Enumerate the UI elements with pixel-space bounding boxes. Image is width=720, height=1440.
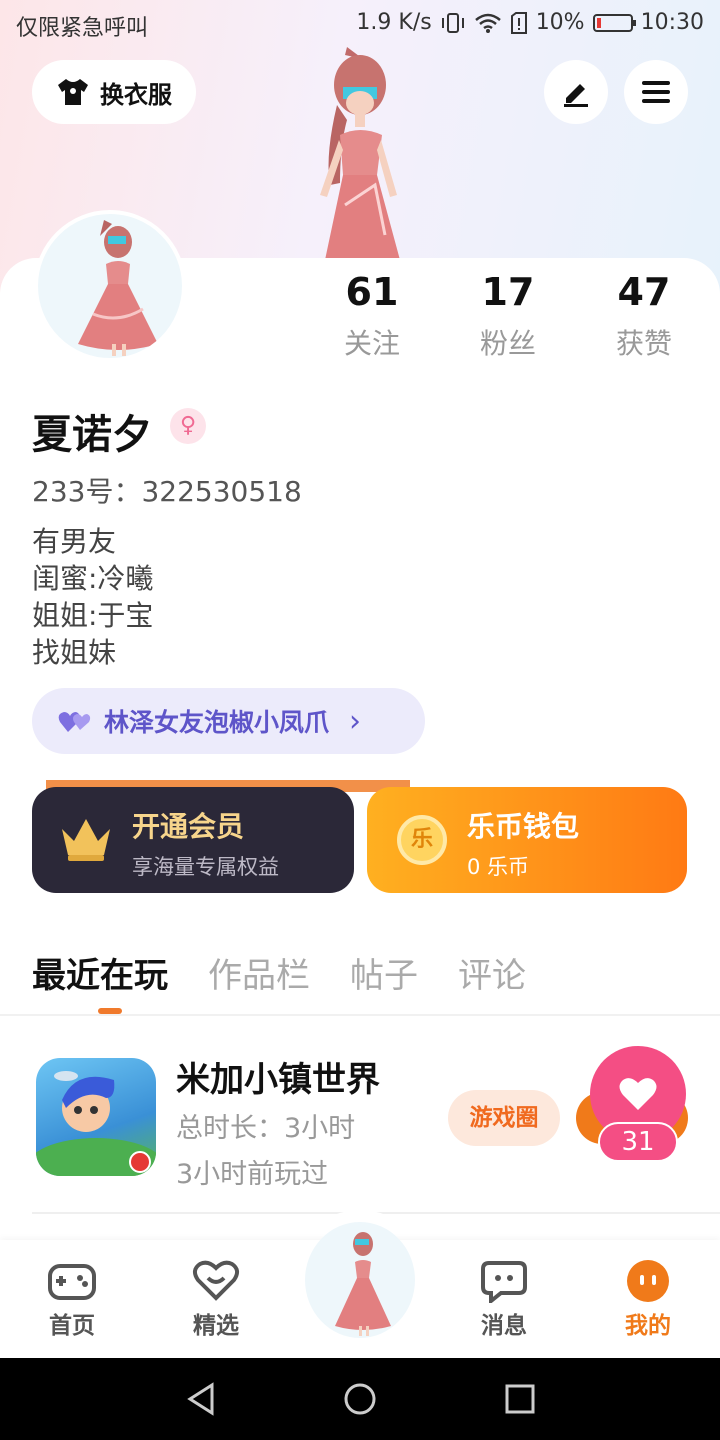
cp-label: 林泽女友泡椒小凤爪: [104, 708, 330, 737]
back-icon[interactable]: [184, 1382, 218, 1416]
vibrate-icon: [441, 12, 464, 33]
stat-likes-label: 获赞: [615, 327, 672, 360]
wallet-card[interactable]: 乐 乐币钱包 0 乐币: [367, 787, 687, 893]
user-name: 夏诺夕: [32, 412, 152, 458]
pencil-icon: [564, 84, 588, 107]
clock: 10:30: [640, 10, 704, 35]
vip-card[interactable]: 开通会员 享海量专属权益: [32, 787, 354, 893]
bio-line: 闺蜜:冷曦: [32, 562, 154, 595]
gamepad-icon: [48, 1264, 96, 1300]
stat-following-value: 61: [345, 270, 399, 314]
user-bio: 有男友 闺蜜:冷曦 姐姐:于宝 找姐妹: [32, 523, 153, 671]
nav-avatar-figure: [335, 1232, 391, 1336]
edit-profile-button[interactable]: [544, 60, 608, 124]
nav-avatar-button[interactable]: [305, 1222, 415, 1338]
avatar[interactable]: [34, 210, 186, 362]
tshirt-icon: [58, 79, 88, 105]
hamburger-menu-icon: [642, 81, 670, 103]
user-id: 233号：322530518: [32, 475, 302, 508]
stat-following-label: 关注: [343, 327, 400, 360]
avatar-figure-image: [78, 220, 158, 356]
heart-icon: [619, 1078, 657, 1110]
stat-fans[interactable]: 17 粉丝: [448, 270, 568, 362]
status-bar: 仅限紧急呼叫 1.9 K/s 10% 10:30: [0, 0, 720, 50]
vip-subtitle: 享海量专属权益: [132, 855, 279, 879]
game-circle-button[interactable]: 游戏圈: [448, 1090, 560, 1146]
stat-likes-value: 47: [617, 270, 671, 314]
bio-line: 找姐妹: [32, 636, 117, 669]
gender-female-icon: ♀: [170, 408, 206, 444]
game-duration: 总时长：3小时: [176, 1113, 356, 1144]
carrier-text: 仅限紧急呼叫: [16, 16, 149, 41]
battery-percent: 10%: [535, 10, 585, 35]
wallet-balance: 0 乐币: [467, 855, 530, 879]
recents-square-icon[interactable]: [503, 1382, 537, 1416]
sim-alert-icon: [510, 11, 527, 34]
tab-works[interactable]: 作品栏: [208, 948, 310, 997]
nav-home-label: 首页: [49, 1313, 95, 1339]
nav-featured[interactable]: 精选: [166, 1258, 266, 1340]
nav-home[interactable]: 首页: [22, 1258, 122, 1340]
cp-relationship-pill[interactable]: 林泽女友泡椒小凤爪 ›: [32, 688, 425, 754]
nav-messages-label: 消息: [481, 1313, 527, 1339]
stat-following[interactable]: 61 关注: [312, 270, 432, 362]
list-item[interactable]: 米加小镇世界 总时长：3小时 3小时前玩过 游戏圈 31: [0, 1030, 720, 1210]
bio-line: 姐姐:于宝: [32, 599, 154, 632]
menu-button[interactable]: [624, 60, 688, 124]
home-circle-icon[interactable]: [343, 1382, 377, 1416]
system-navigation-bar: [0, 1358, 720, 1440]
nav-mine-label: 我的: [625, 1313, 671, 1339]
change-outfit-label: 换衣服: [100, 80, 172, 109]
like-count-badge: 31: [598, 1122, 678, 1162]
stat-fans-value: 17: [481, 270, 535, 314]
chat-bubble-icon: [481, 1261, 527, 1303]
profile-tabs: 最近在玩 作品栏 帖子 评论: [32, 948, 526, 997]
wallet-title: 乐币钱包: [467, 810, 580, 843]
nav-mine[interactable]: 我的: [598, 1258, 698, 1340]
stat-fans-label: 粉丝: [479, 327, 536, 360]
profile-face-icon: [627, 1260, 669, 1302]
vip-title: 开通会员: [132, 810, 245, 843]
game-icon: [36, 1058, 156, 1176]
nav-featured-label: 精选: [193, 1313, 239, 1339]
chevron-right-icon: ›: [349, 703, 362, 739]
network-speed: 1.9 K/s: [356, 10, 432, 35]
wifi-icon: [474, 13, 501, 33]
avatar-character-figure[interactable]: [285, 45, 435, 260]
bio-line: 有男友: [32, 525, 117, 558]
stat-likes[interactable]: 47 获赞: [584, 270, 704, 362]
battery-icon: [592, 13, 636, 32]
tab-recent-play[interactable]: 最近在玩: [32, 948, 168, 997]
tabs-divider: [0, 1014, 720, 1016]
crown-icon: [62, 819, 110, 861]
game-name: 米加小镇世界: [176, 1060, 380, 1100]
double-heart-icon: [58, 712, 91, 732]
nav-messages[interactable]: 消息: [454, 1258, 554, 1340]
heart-smile-icon: [193, 1260, 239, 1301]
coin-icon: 乐: [397, 815, 447, 865]
game-last-played: 3小时前玩过: [176, 1159, 329, 1190]
tab-posts[interactable]: 帖子: [350, 948, 418, 997]
change-outfit-button[interactable]: 换衣服: [32, 60, 196, 124]
tab-comments[interactable]: 评论: [458, 948, 526, 997]
